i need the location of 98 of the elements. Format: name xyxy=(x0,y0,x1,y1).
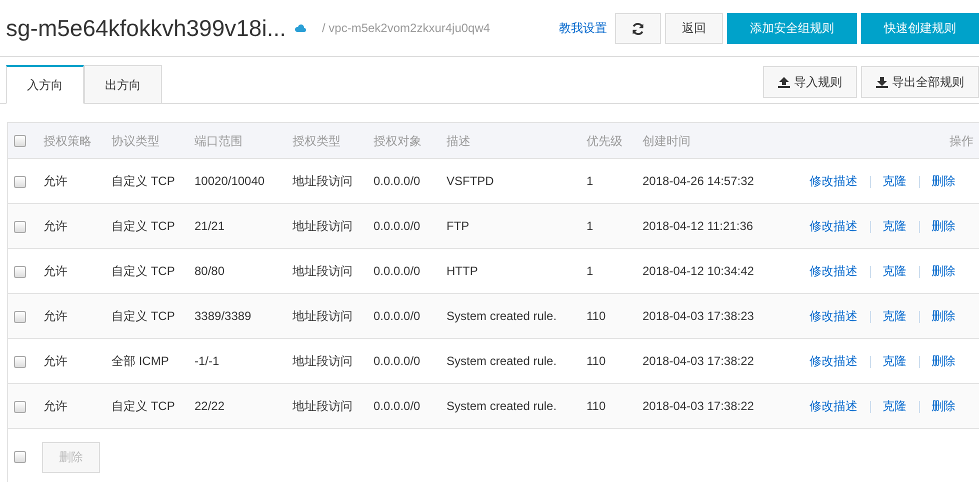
table-cell: 2018-04-12 10:34:42 xyxy=(642,264,754,278)
table-cell: 2018-04-26 14:57:32 xyxy=(642,174,754,188)
checkbox[interactable] xyxy=(14,356,26,368)
action-link[interactable]: 删除 xyxy=(932,264,956,278)
table-cell: 允许 xyxy=(44,399,68,413)
table-cell: 允许 xyxy=(44,264,68,278)
action-link[interactable]: 修改描述 xyxy=(810,309,858,323)
table-cell: 2018-04-03 17:38:22 xyxy=(642,399,754,413)
checkbox[interactable] xyxy=(14,266,26,278)
table-cell: 0.0.0.0/0 xyxy=(374,354,420,368)
action-link[interactable]: 克隆 xyxy=(882,219,906,233)
vpc-id: / vpc-m5ek2vom2zkxur4ju0qw4 xyxy=(322,20,490,37)
security-group-title: sg-m5e64kfokkvh399v18i... xyxy=(6,14,286,43)
table-cell: 允许 xyxy=(44,219,68,233)
table-cell: 1 xyxy=(586,219,594,233)
table-cell: 0.0.0.0/0 xyxy=(374,399,420,413)
table-cell: 22/22 xyxy=(194,399,225,413)
table-cell: VSFTPD xyxy=(446,174,494,188)
table-cell: 0.0.0.0/0 xyxy=(374,264,420,278)
download-icon xyxy=(876,76,888,88)
action-link[interactable]: 克隆 xyxy=(882,174,906,188)
table-cell: 21/21 xyxy=(194,219,225,233)
table-cell: 地址段访问 xyxy=(292,309,352,323)
action-link[interactable]: 克隆 xyxy=(882,264,906,278)
table-cell: 自定义 TCP xyxy=(112,309,175,323)
table-cell: 2018-04-03 17:38:23 xyxy=(642,309,754,323)
column-header: 优先级 xyxy=(586,134,622,148)
action-link[interactable]: 克隆 xyxy=(882,309,906,323)
table-cell: 3389/3389 xyxy=(194,309,252,323)
table-cell: 0.0.0.0/0 xyxy=(374,174,420,188)
action-link[interactable]: 克隆 xyxy=(882,399,906,413)
table-cell: -1/-1 xyxy=(194,354,220,368)
action-link[interactable]: 修改描述 xyxy=(810,174,858,188)
primary-button[interactable]: 添加安全组规则 xyxy=(727,12,857,44)
table-cell: 地址段访问 xyxy=(292,174,352,188)
action-link[interactable]: 修改描述 xyxy=(810,264,858,278)
column-header: 授权策略 xyxy=(44,134,92,148)
checkbox[interactable] xyxy=(14,135,26,148)
table-cell: 110 xyxy=(586,309,606,323)
checkbox[interactable] xyxy=(14,310,26,323)
column-header: 授权类型 xyxy=(292,134,340,148)
table-cell: 10020/10040 xyxy=(194,174,265,188)
table-cell: 允许 xyxy=(44,309,68,323)
checkbox[interactable] xyxy=(14,400,26,413)
action-link[interactable]: 删除 xyxy=(932,174,956,188)
column-header: 端口范围 xyxy=(194,134,242,148)
checkbox[interactable] xyxy=(14,220,26,233)
table-cell: 2018-04-12 11:21:36 xyxy=(642,219,754,233)
table-cell: 110 xyxy=(586,354,606,368)
upload-icon xyxy=(778,76,790,88)
table-cell: FTP xyxy=(446,219,470,233)
table-cell: 地址段访问 xyxy=(292,264,352,278)
refresh-icon xyxy=(631,22,645,36)
table-cell: 地址段访问 xyxy=(292,219,352,233)
column-header: 描述 xyxy=(446,134,470,148)
table-cell: 允许 xyxy=(44,354,68,368)
action-link[interactable]: 克隆 xyxy=(882,354,906,368)
table-cell: HTTP xyxy=(446,264,478,278)
table-cell: System created rule. xyxy=(446,354,557,368)
column-header: 操作 xyxy=(950,134,974,148)
refresh-button[interactable] xyxy=(615,12,661,44)
table-cell: System created rule. xyxy=(446,399,557,413)
cloud-icon xyxy=(294,23,306,33)
action-link[interactable]: 删除 xyxy=(932,309,956,323)
table-cell: 0.0.0.0/0 xyxy=(374,309,420,323)
table-cell: 自定义 TCP xyxy=(112,399,175,413)
table-cell: 自定义 TCP xyxy=(112,264,175,278)
tab[interactable]: 出方向 xyxy=(84,65,162,104)
table-cell: 地址段访问 xyxy=(292,399,352,413)
table-cell: 地址段访问 xyxy=(292,354,352,368)
table-cell: 自定义 TCP xyxy=(112,174,175,188)
primary-button[interactable]: 快速创建规则 xyxy=(861,12,979,44)
table-cell: 0.0.0.0/0 xyxy=(374,219,420,233)
table-cell: 110 xyxy=(586,399,606,413)
column-header: 创建时间 xyxy=(642,134,690,148)
action-link[interactable]: 删除 xyxy=(932,354,956,368)
action-link[interactable]: 修改描述 xyxy=(810,354,858,368)
action-link[interactable]: 删除 xyxy=(932,219,956,233)
table-cell: 允许 xyxy=(44,174,68,188)
table-cell: System created rule. xyxy=(446,309,557,323)
back-button[interactable]: 返回 xyxy=(665,12,723,44)
column-header: 授权对象 xyxy=(374,134,422,148)
import-button[interactable]: 导入规则 xyxy=(763,66,857,98)
table-cell: 80/80 xyxy=(194,264,225,278)
checkbox[interactable] xyxy=(14,451,26,463)
action-link[interactable]: 修改描述 xyxy=(810,219,858,233)
table-cell: 1 xyxy=(586,264,594,278)
tab[interactable]: 入方向 xyxy=(6,65,84,104)
table-cell: 1 xyxy=(586,174,594,188)
table-cell: 2018-04-03 17:38:22 xyxy=(642,354,754,368)
checkbox[interactable] xyxy=(14,176,26,188)
export-button[interactable]: 导出全部规则 xyxy=(861,66,979,98)
action-link[interactable]: 删除 xyxy=(932,399,956,413)
help-link[interactable]: 教我设置 xyxy=(559,19,607,37)
action-link[interactable]: 修改描述 xyxy=(810,399,858,413)
table-cell: 自定义 TCP xyxy=(112,219,175,233)
table-cell: 全部 ICMP xyxy=(112,354,169,368)
column-header: 协议类型 xyxy=(112,134,160,148)
